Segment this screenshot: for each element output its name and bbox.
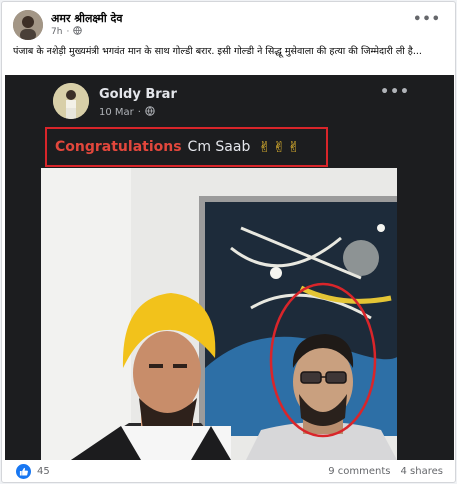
reaction-count: 45 (37, 466, 50, 477)
post-time[interactable]: 7h (51, 27, 62, 37)
author-avatar[interactable] (13, 10, 43, 40)
embedded-avatar (53, 83, 89, 119)
reaction-summary[interactable]: 45 (16, 464, 50, 479)
congrats-rest: Cm Saab (187, 139, 251, 155)
embedded-meta-dot: · (137, 107, 141, 118)
shares-count-link[interactable]: 4 shares (401, 466, 443, 477)
more-options-icon[interactable]: ••• (413, 12, 441, 27)
embedded-meta: 10 Mar · (99, 106, 155, 119)
post-caption: पंजाब के नशेड़ी मुख्यमंत्री भगवंत मान के… (13, 46, 422, 57)
comments-count-link[interactable]: 9 comments (328, 466, 390, 477)
globe-icon (73, 26, 83, 38)
embedded-globe-icon (145, 106, 155, 119)
author-name[interactable]: अमर श्रीलक्ष्मी देव (51, 11, 123, 26)
congratulations-highlight: Congratulations Cm Saab ✌✌✌ (45, 127, 328, 167)
victory-hand-emoji: ✌✌✌ (258, 138, 303, 156)
meta-dot: · (66, 27, 70, 37)
congrats-word: Congratulations (55, 139, 182, 155)
like-icon (16, 464, 31, 479)
post-card: अमर श्रीलक्ष्मी देव 7h · ••• पंजाब के नश… (1, 1, 456, 483)
embedded-more-icon: ••• (380, 84, 410, 100)
embedded-author-name: Goldy Brar (99, 87, 177, 102)
embedded-date: 10 Mar (99, 107, 134, 118)
photo-illustration (41, 168, 397, 460)
author-avatar-image (13, 10, 43, 40)
post-meta: 7h · (51, 26, 83, 38)
shared-image[interactable]: Goldy Brar 10 Mar · ••• Congratulations … (5, 75, 454, 460)
post-stats: 9 comments 4 shares (328, 466, 443, 477)
embedded-photo (41, 168, 397, 460)
